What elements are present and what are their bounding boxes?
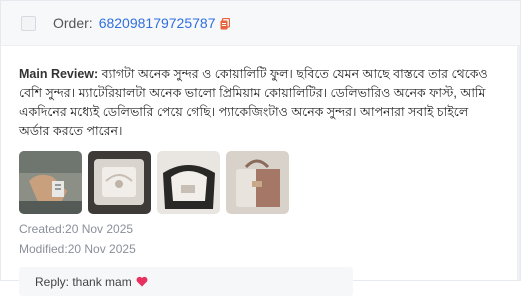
order-label: Order:: [53, 15, 93, 31]
order-header: Order: 682098179725787: [1, 1, 520, 46]
review-images: [19, 151, 500, 214]
main-review-label: Main Review:: [19, 67, 99, 81]
modified-date: Modified:20 Nov 2025: [19, 242, 136, 256]
review-photo-3[interactable]: [157, 151, 220, 214]
scrollbar[interactable]: [517, 45, 520, 280]
reply-text: Reply: thank mam: [35, 274, 132, 289]
review-photo-1[interactable]: [19, 151, 82, 214]
review-card: Order: 682098179725787 Main Review: ব্যা…: [0, 0, 521, 296]
select-checkbox[interactable]: [21, 15, 36, 31]
main-review: Main Review: ব্যাগটা অনেক সুন্দর ও কোয়া…: [19, 65, 501, 141]
created-date: Created:20 Nov 2025: [19, 222, 134, 236]
order-number-link[interactable]: 682098179725787: [99, 15, 216, 31]
heart-icon: [136, 276, 148, 287]
reply-box: Reply: thank mam: [19, 267, 353, 296]
review-photo-4[interactable]: [226, 151, 289, 214]
review-photo-2[interactable]: [88, 151, 151, 214]
copy-icon[interactable]: [220, 17, 231, 30]
